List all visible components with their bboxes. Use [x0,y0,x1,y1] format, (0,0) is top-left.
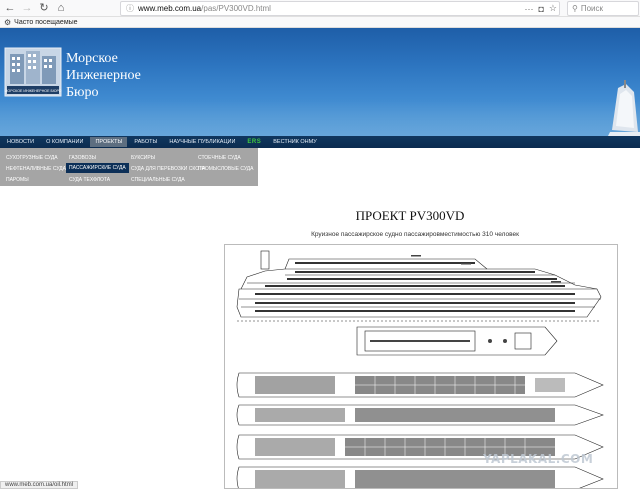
submenu-livestock[interactable]: СУДА ДЛЯ ПЕРЕВОЗКИ СКОТА [131,166,205,172]
reload-icon[interactable]: ↻ [37,1,51,15]
status-bar: www.meb.com.ua/oil.html [0,481,79,489]
main-content: ПРОЕКТ PV300VD Круизное пассажирское суд… [0,186,640,489]
search-icon: ⚲ [572,4,578,13]
pocket-icon[interactable]: ◘ [538,4,543,14]
projects-submenu: СУХОГРУЗНЫЕ СУДА НЕФТЕНАЛИВНЫЕ СУДА ПАРО… [0,148,258,186]
menu-about[interactable]: О КОМПАНИИ [46,139,83,145]
url-bar[interactable]: ⓘ www.meb.com.ua/pas/PV300VD.html ··· ◘ … [120,1,560,16]
site-title-line2: Инженерное [66,68,141,83]
logo-text: МОРСКОЕ ИНЖЕНЕРНОЕ БЮРО [4,89,61,93]
site-title-line3: Бюро [66,85,99,100]
submenu-ferries[interactable]: ПАРОМЫ [6,177,29,183]
page-subtitle: Круизное пассажирское судно пассажировме… [311,231,519,238]
menu-news[interactable]: НОВОСТИ [7,139,34,145]
site-header: МОРСКОЕ ИНЖЕНЕРНОЕ БЮРО Морское Инженерн… [0,28,640,136]
menu-ers[interactable]: ERS [247,139,261,145]
watermark: YAPLAKAL.COM [483,452,594,466]
forward-icon[interactable]: → [20,1,34,15]
submenu-tugs[interactable]: БУКСИРЫ [131,155,155,161]
submenu-tech-fleet[interactable]: СУДА ТЕХФЛОТА [69,177,110,183]
ship-cabins [255,376,565,488]
back-icon[interactable]: ← [3,1,17,15]
bookmark-star-icon[interactable]: ☆ [549,3,557,14]
submenu-special[interactable]: СПЕЦИАЛЬНЫЕ СУДА [131,177,185,183]
page-actions-icon[interactable]: ··· [524,4,533,14]
bookmark-most-visited[interactable]: Часто посещаемые [14,19,77,26]
bookmarks-bar: ⚙ Часто посещаемые [0,17,640,28]
gear-icon: ⚙ [4,17,12,27]
browser-toolbar: ← → ↻ ⌂ ⓘ www.meb.com.ua/pas/PV300VD.htm… [0,0,640,17]
ship-top-deck-details [370,339,507,343]
menu-works[interactable]: РАБОТЫ [134,139,157,145]
menu-projects[interactable]: ПРОЕКТЫ [90,137,128,147]
page-title: ПРОЕКТ PV300VD [355,208,465,223]
submenu-dry-cargo[interactable]: СУХОГРУЗНЫЕ СУДА [6,155,58,161]
site-title[interactable]: Морское Инженерное Бюро [66,50,141,101]
search-placeholder: Поиск [580,4,604,13]
submenu-passenger[interactable]: ПАССАЖИРСКИЕ СУДА [66,163,129,173]
ship-windows [255,262,575,312]
ship-illustration [608,80,640,136]
search-input[interactable]: ⚲ Поиск [567,1,639,16]
submenu-fishing[interactable]: ПРОМЫСЛОВЫЕ СУДА [198,166,254,172]
submenu-gas-carriers[interactable]: ГАЗОВОЗЫ [69,155,96,161]
company-logo[interactable]: МОРСКОЕ ИНЖЕНЕРНОЕ БЮРО [4,46,62,98]
submenu-berth[interactable]: СТОЕЧНЫЕ СУДА [198,155,241,161]
site-title-line1: Морское [66,51,118,66]
home-icon[interactable]: ⌂ [54,1,68,15]
url-path: /pas/PV300VD.html [201,4,271,13]
submenu-tankers[interactable]: НЕФТЕНАЛИВНЫЕ СУДА [6,166,66,172]
menu-vestnik[interactable]: ВЕСТНИК ОНМУ [273,139,316,145]
header-wave [0,100,640,136]
url-host: www.meb.com.ua [138,4,202,13]
info-icon[interactable]: ⓘ [126,3,134,14]
menu-publications[interactable]: НАУЧНЫЕ ПУБЛИКАЦИИ [169,139,235,145]
main-menu: НОВОСТИ О КОМПАНИИ ПРОЕКТЫ РАБОТЫ НАУЧНЫ… [0,136,640,148]
